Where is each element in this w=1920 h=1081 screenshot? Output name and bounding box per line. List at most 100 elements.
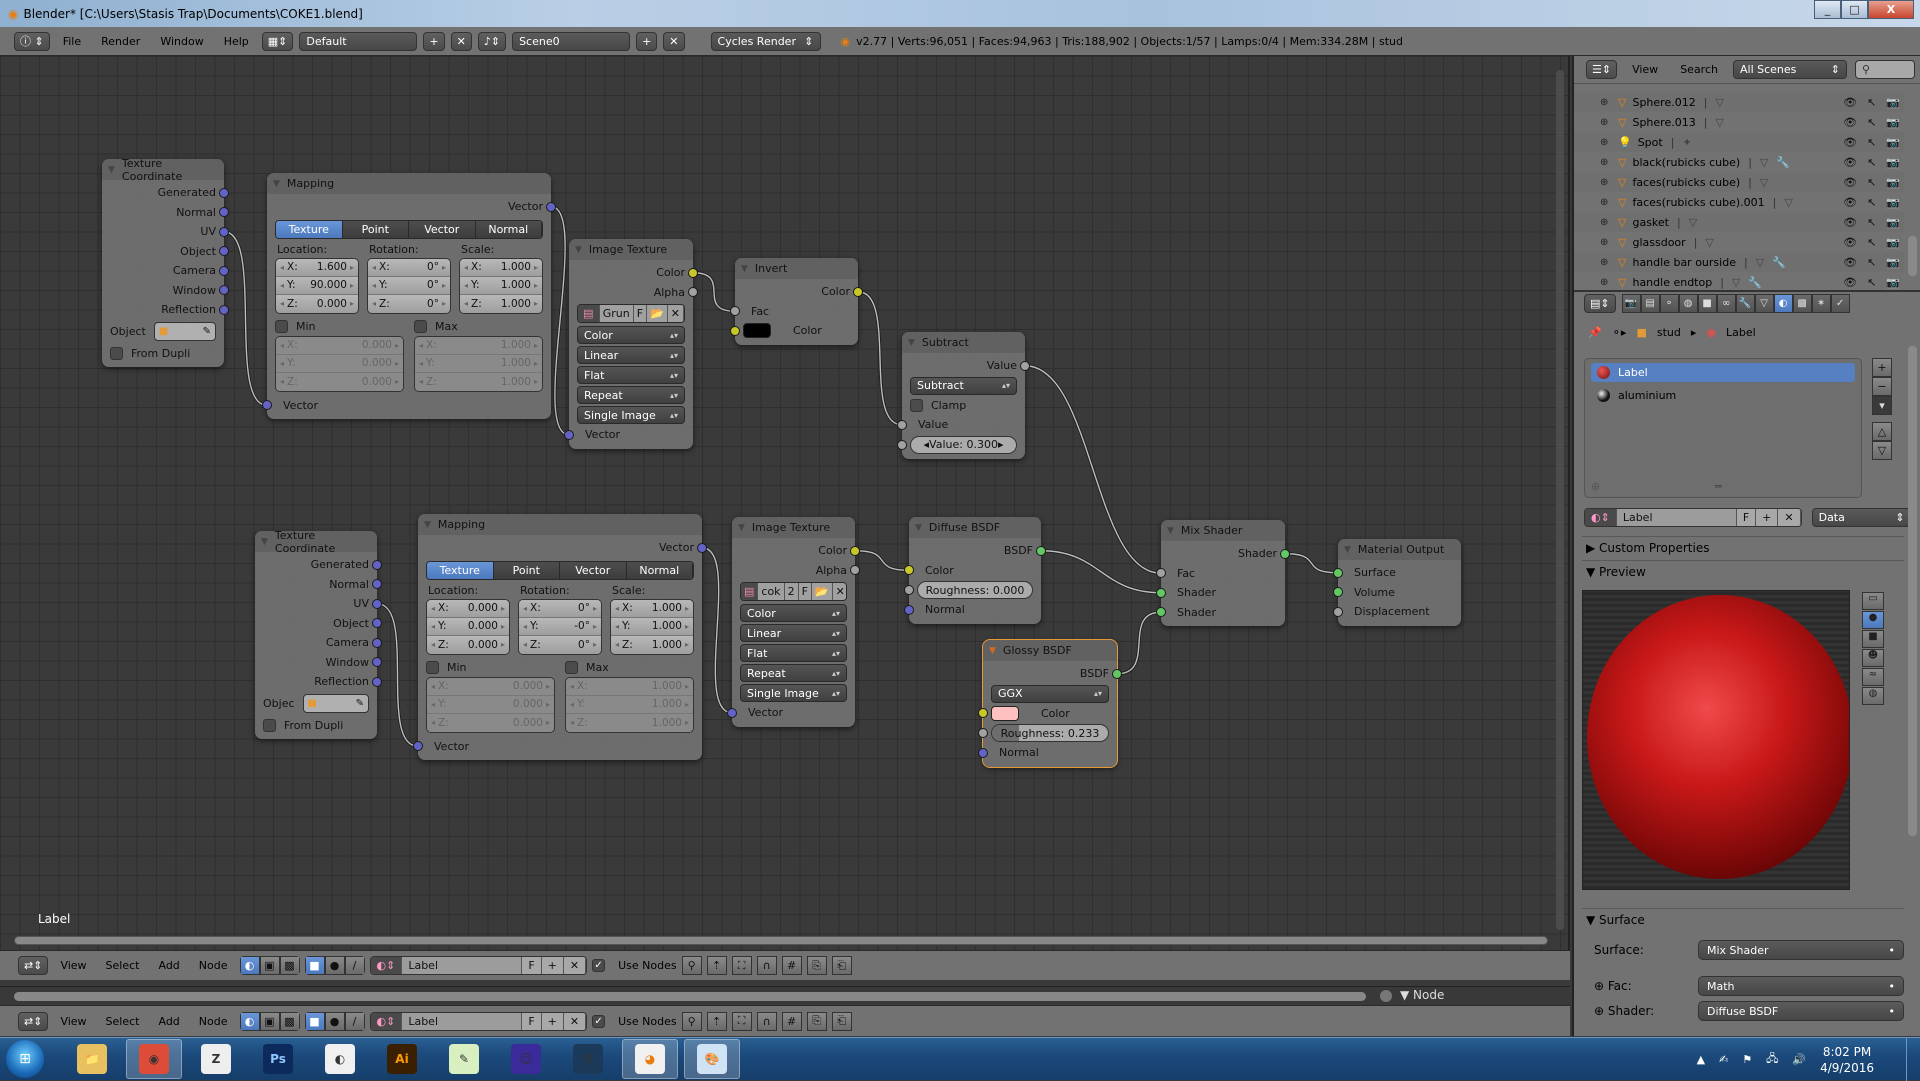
outliner-item[interactable]: ⊕ ▽ Sphere.012 | ▽ 👁 ↖ 📷	[1574, 92, 1904, 112]
image-selector[interactable]: ▤ Grun F 📂 ✕	[577, 304, 685, 323]
selectable-cursor-icon[interactable]: ↖	[1867, 216, 1876, 229]
outliner-item-name[interactable]: Spot	[1638, 136, 1663, 149]
input-socket[interactable]	[978, 747, 988, 758]
visibility-eye-icon[interactable]: 👁	[1843, 176, 1857, 189]
decrement-arrow-icon[interactable]: ◂	[523, 604, 527, 613]
decrement-arrow-icon[interactable]: ◂	[615, 604, 619, 613]
snap-icon[interactable]: ∩	[756, 1011, 777, 1031]
taskbar-app-paint[interactable]: 🎨	[684, 1039, 740, 1079]
color-swatch[interactable]	[743, 323, 771, 339]
dropdown[interactable]: Repeat ▴▾	[740, 664, 847, 682]
collapse-triangle-icon[interactable]: ▼	[108, 165, 115, 175]
output-socket[interactable]	[219, 187, 229, 198]
visibility-eye-icon[interactable]: 👁	[1843, 276, 1857, 289]
selectable-cursor-icon[interactable]: ↖	[1867, 156, 1876, 169]
max-checkbox[interactable]	[565, 661, 578, 674]
decrement-arrow-icon[interactable]: ◂	[464, 281, 468, 290]
material-selector[interactable]: ◐⇕ Label F + ✕	[369, 1011, 588, 1031]
outliner-item[interactable]: ⊕ ▽ gasket | ▽ 👁 ↖ 📷	[1574, 212, 1904, 232]
renderable-camera-icon[interactable]: 📷	[1886, 156, 1900, 169]
outliner-menu-search[interactable]: Search	[1673, 63, 1725, 76]
mesh-data-icon[interactable]: ▽	[1784, 196, 1792, 209]
value-slider[interactable]: Roughness: 0.233	[991, 724, 1109, 742]
tab-physics-icon[interactable]: ✓	[1830, 293, 1850, 313]
output-socket[interactable]	[853, 286, 863, 297]
lamp-data-icon[interactable]: ✦	[1682, 136, 1691, 149]
network-icon[interactable]: 🖧	[1766, 1050, 1778, 1069]
increment-arrow-icon[interactable]: ▸	[593, 640, 597, 649]
object-shader-icon[interactable]: ■	[304, 956, 325, 975]
expand-icon[interactable]: ⊕	[1600, 177, 1612, 188]
outliner-item[interactable]: ⊕ ▽ glassdoor | ▽ 👁 ↖ 📷	[1574, 232, 1904, 252]
unlink-image-icon[interactable]: ✕	[667, 305, 684, 322]
use-nodes-checkbox[interactable]: ✓	[592, 959, 606, 972]
secondary-node-editor[interactable]: ▼ Node	[0, 986, 1570, 1005]
dropdown[interactable]: Linear ▴▾	[740, 624, 847, 642]
material-slot-list[interactable]: Label aluminium ⊕ ═	[1584, 358, 1862, 498]
number-field[interactable]: ◂ Y: 90.000 ▸	[276, 276, 358, 295]
add-layout-button[interactable]: +	[423, 31, 445, 51]
menu-select[interactable]: Select	[99, 959, 147, 972]
output-socket[interactable]	[546, 201, 556, 212]
node-header[interactable]: ▼ Diffuse BSDF	[909, 517, 1041, 538]
clock[interactable]: 8:02 PM 4/9/2016	[1820, 1044, 1874, 1076]
node-header[interactable]: ▼ Mapping	[267, 173, 551, 194]
show-hidden-icons-icon[interactable]: ▲	[1697, 1053, 1705, 1066]
node-texcoord1[interactable]: ▼ Texture Coordinate Generated Normal UV Obje…	[102, 157, 229, 367]
preview-flat-icon[interactable]: ▭	[1862, 592, 1884, 610]
input-socket[interactable]	[978, 708, 988, 719]
taskbar-app-notepad-[interactable]: ✎	[436, 1039, 492, 1079]
output-socket[interactable]	[688, 267, 698, 278]
visibility-eye-icon[interactable]: 👁	[1843, 136, 1857, 149]
open-image-icon[interactable]: 📂	[811, 583, 833, 600]
unlink-image-icon[interactable]: ✕	[832, 583, 846, 600]
output-socket[interactable]	[219, 265, 229, 276]
selectable-cursor-icon[interactable]: ↖	[1867, 96, 1876, 109]
input-socket[interactable]	[978, 728, 988, 738]
outliner-search-field[interactable]: ⚲	[1854, 60, 1915, 79]
image-users-count[interactable]: 2	[784, 583, 799, 600]
output-socket[interactable]	[372, 559, 382, 570]
scene-field[interactable]: Scene0	[512, 31, 631, 51]
node-header[interactable]: ▼ Image Texture	[732, 517, 855, 538]
input-socket[interactable]	[727, 707, 737, 718]
decrement-arrow-icon[interactable]: ◂	[431, 640, 435, 649]
number-field[interactable]: ◂ X: 0° ▸	[519, 599, 601, 618]
visibility-eye-icon[interactable]: 👁	[1843, 156, 1857, 169]
input-socket[interactable]	[904, 565, 914, 576]
preview-panel-header[interactable]: ▼ Preview	[1582, 560, 1904, 582]
node-header[interactable]: ▼ Mix Shader	[1161, 520, 1285, 541]
taskbar-app-photoshop[interactable]: Ps	[250, 1039, 306, 1079]
checkbox[interactable]	[263, 718, 276, 732]
decrement-arrow-icon[interactable]: ◂	[523, 640, 527, 649]
parent-node-tree-icon[interactable]: ⇡	[706, 956, 727, 975]
output-socket[interactable]	[1112, 668, 1122, 679]
outliner-item-name[interactable]: black(rubicks cube)	[1632, 156, 1740, 169]
tab-data-icon[interactable]: ▽	[1754, 293, 1774, 313]
output-socket[interactable]	[697, 542, 707, 553]
parent-node-tree-icon[interactable]: ⇡	[706, 1011, 727, 1031]
input-socket[interactable]	[1156, 568, 1166, 579]
dropdown[interactable]: Repeat ▴▾	[577, 386, 685, 404]
screen-layout-field[interactable]: Default	[299, 31, 418, 51]
node-header[interactable]: ▼ Image Texture	[569, 239, 693, 260]
output-socket[interactable]	[372, 579, 382, 590]
number-field[interactable]: ◂ X: 0.000 ▸	[427, 599, 509, 618]
node-mapping1[interactable]: ▼ Mapping Vector Texture Point Vector Normal Lo…	[262, 173, 556, 419]
decrement-arrow-icon[interactable]: ◂	[464, 299, 468, 308]
output-socket[interactable]	[372, 598, 382, 609]
max-checkbox[interactable]	[414, 320, 427, 333]
compositing-nodes-icon[interactable]: ▣	[259, 1011, 280, 1031]
min-checkbox[interactable]	[426, 661, 439, 674]
input-socket[interactable]	[564, 429, 574, 440]
collapse-triangle-icon[interactable]: ▼	[261, 537, 268, 547]
increment-arrow-icon[interactable]: ▸	[501, 640, 505, 649]
collapse-triangle-icon[interactable]: ▼	[575, 245, 582, 255]
eyedropper-icon[interactable]: ✎	[203, 326, 211, 337]
collapse-triangle-icon[interactable]: ▼	[1167, 526, 1174, 536]
dropdown[interactable]: Color ▴▾	[577, 326, 685, 344]
unlink-material-button[interactable]: ✕	[563, 957, 587, 974]
renderable-camera-icon[interactable]: 📷	[1886, 116, 1900, 129]
move-slot-up-button[interactable]: △	[1872, 422, 1892, 441]
add-scene-button[interactable]: +	[636, 31, 658, 51]
